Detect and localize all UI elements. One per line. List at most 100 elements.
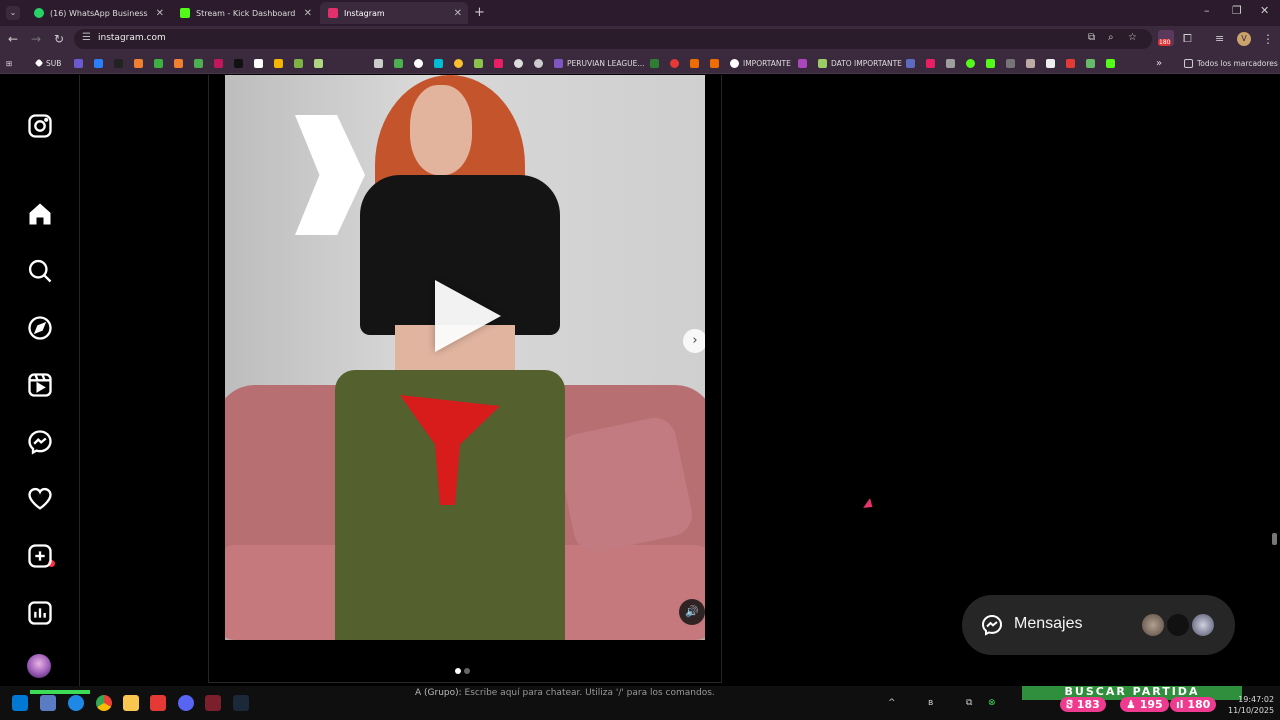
post-video[interactable]: › 🔊 bbox=[225, 75, 705, 640]
bookmark-peruvian-league[interactable]: PERUVIAN LEAGUE... bbox=[554, 57, 645, 69]
all-bookmarks-folder[interactable]: Todos los marcadores bbox=[1184, 57, 1278, 69]
edge-icon[interactable] bbox=[68, 695, 84, 711]
search-icon[interactable] bbox=[26, 257, 54, 285]
carousel-next-chevron-icon[interactable]: › bbox=[683, 329, 705, 353]
taskbar-app-icon[interactable] bbox=[40, 695, 56, 711]
bookmark-favicon[interactable] bbox=[650, 57, 663, 69]
close-tab-icon[interactable]: ✕ bbox=[304, 8, 312, 19]
bookmark-favicon[interactable] bbox=[1106, 57, 1119, 69]
close-tab-icon[interactable]: ✕ bbox=[454, 8, 462, 19]
messages-drawer-button[interactable]: Mensajes bbox=[962, 595, 1235, 655]
bookmark-dato-importante[interactable]: DATO IMPORTANTE bbox=[818, 57, 902, 69]
bookmark-favicon[interactable] bbox=[986, 57, 999, 69]
bookmark-favicon[interactable] bbox=[374, 57, 387, 69]
tab-kick[interactable]: Stream - Kick Dashboard ✕ bbox=[172, 2, 318, 24]
apps-grid-icon[interactable]: ⊞ bbox=[6, 57, 12, 69]
tab-instagram[interactable]: Instagram ✕ bbox=[320, 2, 468, 24]
bookmark-favicon[interactable] bbox=[690, 57, 703, 69]
zoom-icon[interactable]: ⌕ bbox=[1108, 32, 1114, 43]
bookmark-favicon[interactable] bbox=[798, 57, 811, 69]
bookmark-favicon[interactable] bbox=[1006, 57, 1019, 69]
file-explorer-icon[interactable] bbox=[123, 695, 139, 711]
back-icon[interactable]: ← bbox=[8, 32, 18, 46]
system-clock[interactable]: 19:47:02 11/10/2025 bbox=[1228, 694, 1274, 716]
bookmark-sub[interactable]: SUB bbox=[34, 57, 61, 69]
bookmark-favicon[interactable] bbox=[670, 57, 683, 69]
bookmark-favicon[interactable] bbox=[414, 57, 427, 69]
bookmark-favicon[interactable] bbox=[534, 57, 547, 69]
browser-menu-icon[interactable]: ⋮ bbox=[1262, 32, 1274, 46]
profile-avatar[interactable]: V bbox=[1237, 32, 1251, 46]
messenger-icon[interactable] bbox=[26, 428, 54, 456]
game-chat-input[interactable]: A (Grupo): Escribe aquí para chatear. Ut… bbox=[415, 688, 715, 698]
site-info-icon[interactable]: ☰ bbox=[82, 32, 91, 43]
instagram-logo-icon[interactable] bbox=[26, 112, 54, 140]
close-tab-icon[interactable]: ✕ bbox=[156, 8, 164, 19]
bookmark-favicon[interactable] bbox=[294, 57, 307, 69]
chrome-icon[interactable] bbox=[96, 695, 112, 711]
more-bookmarks-chevron-icon[interactable]: » bbox=[1156, 57, 1162, 69]
discord-icon[interactable] bbox=[178, 695, 194, 711]
new-tab-button[interactable]: + bbox=[474, 5, 485, 20]
bookmark-favicon[interactable] bbox=[274, 57, 287, 69]
bookmark-favicon[interactable] bbox=[1066, 57, 1079, 69]
bookmark-favicon[interactable] bbox=[214, 57, 227, 69]
page-scrollbar[interactable] bbox=[1272, 533, 1277, 545]
address-bar[interactable]: ☰ instagram.com ⧉ ⌕ ☆ bbox=[74, 29, 1152, 49]
bookmark-favicon[interactable] bbox=[314, 57, 327, 69]
create-plus-icon[interactable] bbox=[26, 542, 54, 570]
bookmark-star-icon[interactable]: ☆ bbox=[1128, 32, 1137, 43]
tray-app-icon[interactable]: ⧉ bbox=[966, 698, 972, 708]
extension-icon[interactable]: 180 bbox=[1158, 30, 1174, 46]
profile-avatar[interactable] bbox=[27, 654, 51, 678]
bookmark-favicon[interactable] bbox=[174, 57, 187, 69]
bookmark-favicon[interactable] bbox=[134, 57, 147, 69]
media-control-icon[interactable]: ≡ bbox=[1215, 32, 1224, 45]
youtube-icon[interactable] bbox=[150, 695, 166, 711]
install-app-icon[interactable]: ⧉ bbox=[1088, 32, 1095, 43]
bookmark-favicon[interactable] bbox=[1086, 57, 1099, 69]
volume-icon[interactable]: 🔊 bbox=[679, 599, 705, 625]
tab-whatsapp[interactable]: (16) WhatsApp Business ✕ bbox=[26, 2, 170, 24]
bookmark-importante[interactable]: IMPORTANTE bbox=[730, 57, 791, 69]
extensions-puzzle-icon[interactable]: ⧠ bbox=[1183, 32, 1192, 46]
insights-chart-icon[interactable] bbox=[26, 599, 54, 627]
reels-icon[interactable] bbox=[26, 371, 54, 399]
windows-start-icon[interactable] bbox=[12, 695, 28, 711]
close-window-button[interactable]: ✕ bbox=[1260, 4, 1269, 17]
forward-icon[interactable]: → bbox=[31, 32, 41, 46]
bookmark-favicon[interactable] bbox=[94, 57, 107, 69]
bookmark-favicon[interactable] bbox=[194, 57, 207, 69]
bookmark-favicon[interactable] bbox=[234, 57, 247, 69]
tray-chevron-icon[interactable]: ^ bbox=[888, 698, 896, 708]
minimize-button[interactable]: – bbox=[1204, 4, 1210, 17]
bookmark-favicon[interactable] bbox=[474, 57, 487, 69]
bookmark-favicon[interactable] bbox=[114, 57, 127, 69]
bookmark-favicon[interactable] bbox=[74, 57, 87, 69]
bookmark-favicon[interactable] bbox=[710, 57, 723, 69]
bookmark-favicon[interactable] bbox=[514, 57, 527, 69]
bookmark-favicon[interactable] bbox=[1026, 57, 1039, 69]
bookmark-favicon[interactable] bbox=[434, 57, 447, 69]
notifications-heart-icon[interactable] bbox=[26, 485, 54, 513]
reload-icon[interactable]: ↻ bbox=[54, 32, 64, 46]
home-icon[interactable] bbox=[26, 200, 54, 228]
bookmark-favicon[interactable] bbox=[254, 57, 267, 69]
bookmark-favicon[interactable] bbox=[966, 57, 979, 69]
steam-icon[interactable] bbox=[233, 695, 249, 711]
bookmark-favicon[interactable] bbox=[926, 57, 939, 69]
xbox-icon[interactable]: ⊗ bbox=[988, 698, 996, 708]
tab-search-button[interactable]: ⌄ bbox=[6, 6, 20, 20]
bookmark-favicon[interactable] bbox=[454, 57, 467, 69]
taskbar-app-icon[interactable] bbox=[205, 695, 221, 711]
play-icon[interactable] bbox=[435, 280, 501, 352]
bookmark-favicon[interactable] bbox=[1046, 57, 1059, 69]
bookmark-favicon[interactable] bbox=[906, 57, 919, 69]
bookmark-favicon[interactable] bbox=[154, 57, 167, 69]
bookmark-favicon[interactable] bbox=[946, 57, 959, 69]
bookmark-favicon[interactable] bbox=[494, 57, 507, 69]
maximize-button[interactable]: ❐ bbox=[1232, 4, 1242, 17]
explore-icon[interactable] bbox=[26, 314, 54, 342]
tray-app-icon[interactable]: ʙ bbox=[928, 698, 933, 708]
bookmark-favicon[interactable] bbox=[394, 57, 407, 69]
